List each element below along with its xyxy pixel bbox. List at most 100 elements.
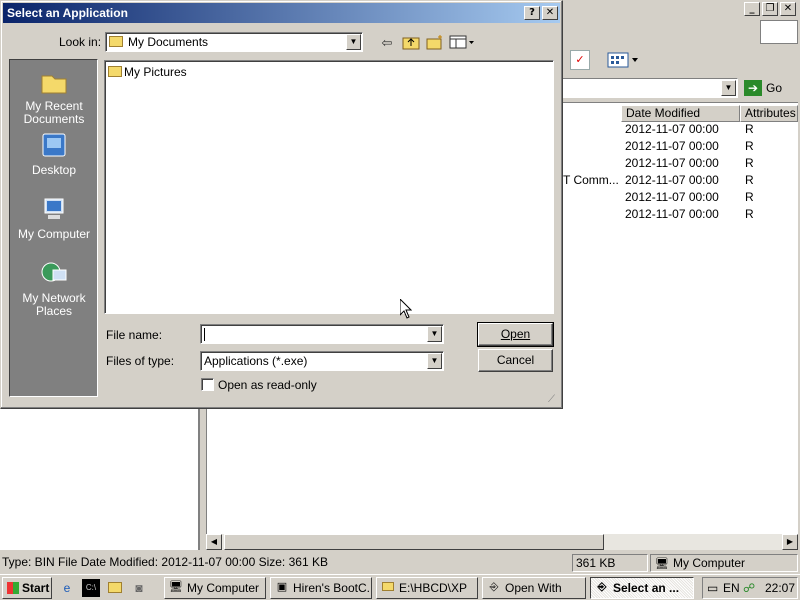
read-only-checkbox[interactable]: [201, 378, 214, 391]
media-icon[interactable]: ◙: [130, 579, 148, 597]
place-recent-documents[interactable]: My Recent Documents: [10, 68, 98, 126]
start-label: Start: [22, 581, 50, 595]
row-attr: R: [745, 173, 754, 187]
minimize-button[interactable]: _: [744, 2, 760, 16]
windows-logo-icon: [7, 581, 19, 594]
status-bar: Type: BIN File Date Modified: 2012-11-07…: [0, 553, 800, 573]
new-folder-icon[interactable]: [425, 34, 445, 52]
background-caption-buttons: _ ❐ ✕: [744, 2, 796, 16]
up-folder-icon[interactable]: [401, 34, 421, 52]
task-select-an-application[interactable]: ⎆ Select an ...: [590, 577, 694, 599]
open-button[interactable]: Open: [477, 322, 554, 347]
go-label: Go: [766, 81, 783, 95]
task-label: E:\HBCD\XP: [399, 581, 468, 595]
close-button[interactable]: ✕: [542, 6, 558, 20]
chevron-down-icon[interactable]: ▼: [346, 34, 361, 50]
column-header-attributes[interactable]: Attributes: [740, 105, 798, 122]
dialog-file-list[interactable]: My Pictures: [104, 60, 554, 314]
go-arrow-icon: ➔: [744, 80, 762, 96]
read-only-label[interactable]: Open as read-only: [218, 378, 317, 392]
mouse-pointer-icon: [399, 297, 413, 319]
text-caret: [204, 328, 205, 342]
tray-drive-icon[interactable]: ▭: [707, 578, 718, 598]
properties-icon[interactable]: ✓: [570, 50, 590, 70]
scroll-left-icon[interactable]: ◀: [206, 534, 222, 550]
task-label: My Computer: [187, 581, 260, 595]
place-label: My Computer: [17, 227, 91, 241]
file-item-my-pictures[interactable]: My Pictures: [108, 65, 187, 79]
row-date: 2012-11-07 00:00: [625, 139, 719, 153]
place-label: Desktop: [31, 163, 77, 177]
place-network-places[interactable]: My Network Places: [10, 260, 98, 318]
file-name-label: File name:: [106, 328, 163, 342]
task-label: Select an ...: [613, 581, 680, 595]
scroll-thumb[interactable]: [224, 534, 604, 550]
task-hbcd-xp-folder[interactable]: E:\HBCD\XP: [376, 577, 478, 599]
look-in-label: Look in:: [59, 35, 102, 49]
folder-tree-pane[interactable]: [0, 408, 200, 550]
hirens-icon: ▣: [276, 581, 288, 593]
task-label: Hiren's BootC...: [293, 581, 372, 595]
folder-icon[interactable]: [106, 579, 124, 597]
view-menu-icon[interactable]: [449, 34, 475, 52]
recent-documents-icon: [39, 68, 69, 96]
row-date: 2012-11-07 00:00: [625, 156, 719, 170]
network-tray-icon[interactable]: ☍: [743, 578, 755, 598]
files-of-type-combo[interactable]: Applications (*.exe) ▼: [200, 351, 444, 371]
folder-icon: [109, 36, 123, 48]
files-of-type-label: Files of type:: [106, 354, 175, 368]
chevron-down-icon[interactable]: ▼: [427, 353, 442, 369]
my-computer-icon: 🖥: [169, 581, 183, 593]
back-icon[interactable]: ⇦: [377, 34, 397, 52]
open-with-icon: ⎆: [489, 581, 499, 593]
row-date: 2012-11-07 00:00: [625, 173, 719, 187]
help-button[interactable]: ?: [524, 6, 540, 20]
cancel-button[interactable]: Cancel: [478, 349, 553, 372]
chevron-down-icon[interactable]: ▼: [721, 80, 736, 96]
files-of-type-value: Applications (*.exe): [204, 354, 308, 368]
row-attr: R: [745, 122, 754, 136]
column-header-date-modified[interactable]: Date Modified: [621, 105, 740, 122]
resize-grip-icon[interactable]: ⟋: [548, 394, 560, 406]
row-attr: R: [745, 156, 754, 170]
dialog-title: Select an Application: [7, 6, 128, 20]
file-name-combo[interactable]: ▼: [200, 324, 444, 344]
start-button[interactable]: Start: [2, 577, 52, 599]
go-button[interactable]: ➔ Go: [744, 78, 796, 98]
language-indicator[interactable]: EN: [723, 578, 740, 598]
horizontal-scrollbar[interactable]: ◀ ▶: [206, 534, 798, 550]
dialog-title-bar[interactable]: Select an Application ? ✕: [3, 3, 560, 23]
ie-icon[interactable]: e: [58, 579, 76, 597]
restore-button[interactable]: ❐: [762, 2, 778, 16]
clock[interactable]: 22:07: [765, 578, 795, 598]
row-name: T Comm...: [563, 173, 619, 187]
row-attr: R: [745, 139, 754, 153]
place-desktop[interactable]: Desktop: [10, 132, 98, 177]
task-hirens-bootcd[interactable]: ▣ Hiren's BootC...: [270, 577, 372, 599]
status-size: 361 KB: [572, 554, 648, 572]
file-item-label: My Pictures: [124, 65, 187, 79]
chevron-down-icon[interactable]: ▼: [427, 326, 442, 342]
views-icon[interactable]: [606, 50, 640, 70]
cmd-icon[interactable]: C:\: [82, 579, 100, 597]
task-open-with[interactable]: ⎆ Open With: [482, 577, 586, 599]
my-computer-icon: [39, 196, 69, 224]
address-field[interactable]: ▼: [562, 78, 738, 98]
place-label: My Recent Documents: [23, 99, 85, 126]
place-my-computer[interactable]: My Computer: [10, 196, 98, 241]
background-toolbar-field[interactable]: [760, 20, 798, 44]
network-places-icon: [39, 260, 69, 288]
taskbar: Start e C:\ ◙ 🖥 My Computer ▣ Hiren's Boot…: [0, 574, 800, 600]
open-button-label: Open: [500, 327, 531, 341]
close-button[interactable]: ✕: [780, 2, 796, 16]
scroll-right-icon[interactable]: ▶: [782, 534, 798, 550]
task-my-computer[interactable]: 🖥 My Computer: [164, 577, 266, 599]
look-in-combo[interactable]: My Documents ▼: [105, 32, 363, 52]
title-buttons: ? ✕: [524, 6, 558, 20]
status-location-label: My Computer: [673, 556, 746, 570]
place-label: My Network Places: [22, 291, 86, 318]
system-tray: ▭ EN ☍ 22:07: [702, 577, 798, 599]
select-application-dialog: Select an Application ? ✕ Look in: My Do…: [0, 0, 563, 409]
task-label: Open With: [505, 581, 562, 595]
my-computer-icon: 🖥: [655, 558, 669, 570]
